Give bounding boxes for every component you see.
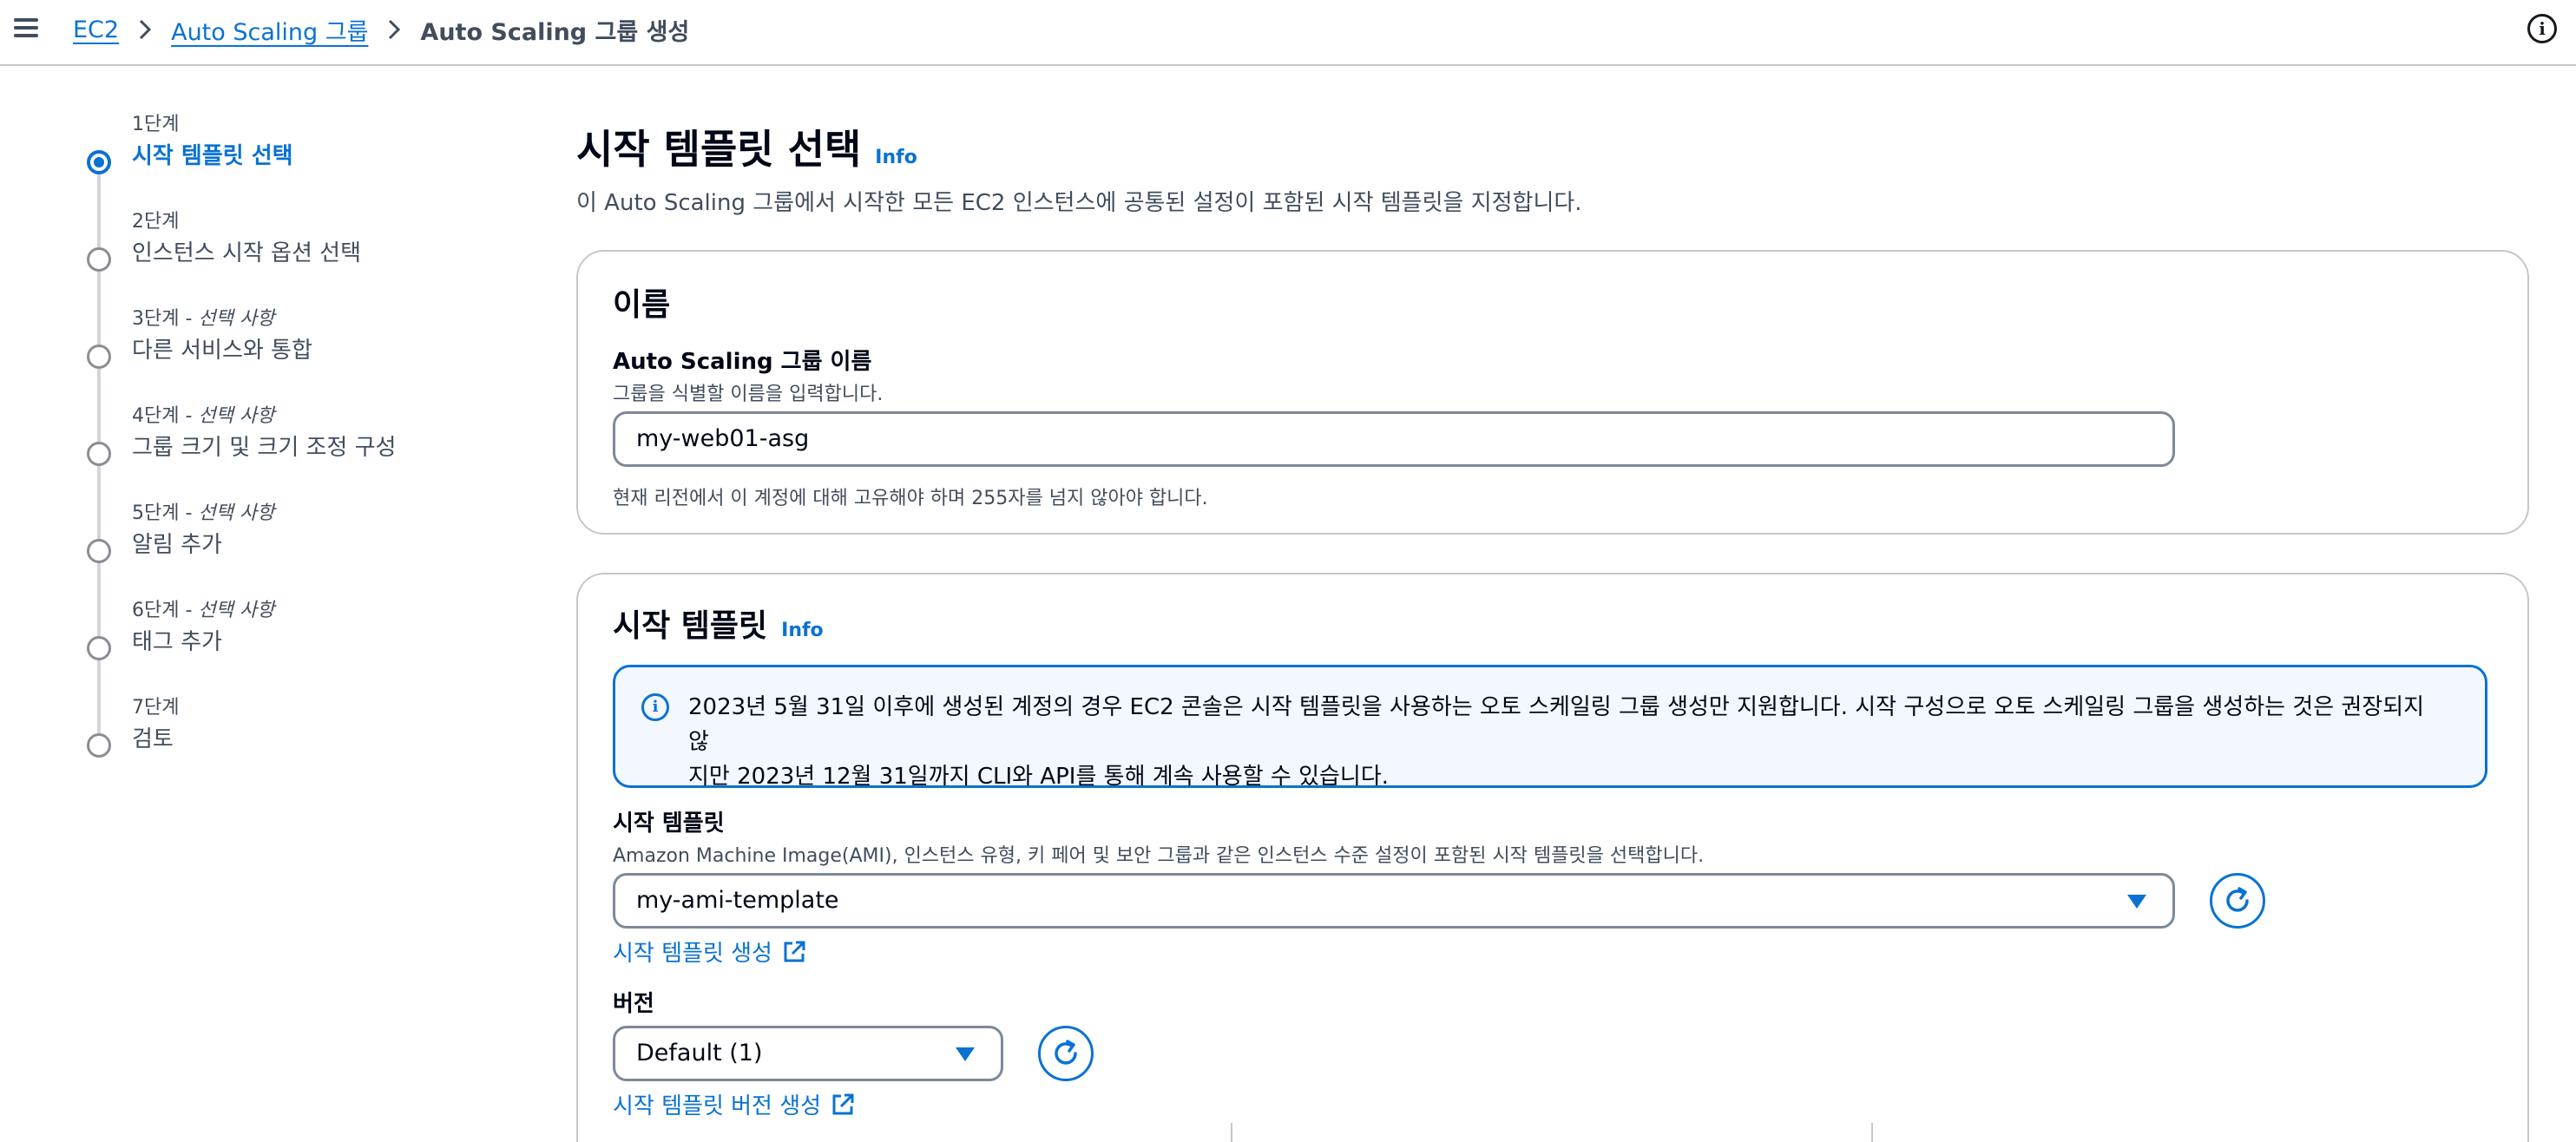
page-title: 시작 템플릿 선택 Info: [576, 121, 2529, 177]
chevron-right-icon: [368, 14, 420, 45]
launch-template-heading: 시작 템플릿 Info: [613, 608, 824, 644]
step-indicator-icon: [87, 539, 111, 563]
launch-template-description: Amazon Machine Image(AMI), 인스턴스 유형, 키 페어…: [613, 845, 1705, 867]
refresh-icon: [1055, 1040, 1077, 1065]
step-indicator-icon: [87, 247, 111, 272]
refresh-versions-button[interactable]: [1038, 1026, 1094, 1081]
version-select[interactable]: Default (1): [613, 1026, 1003, 1081]
step-3: 3단계 - 선택 사항 다른 서비스와 통합: [85, 305, 536, 442]
step-label: 4단계 - 선택 사항: [132, 405, 275, 427]
step-label: 6단계 - 선택 사항: [132, 600, 275, 621]
asg-name-input[interactable]: my-web01-asg: [613, 411, 2175, 467]
step-title: 그룹 크기 및 크기 조정 구성: [132, 435, 397, 461]
step-1[interactable]: 1단계 시작 템플릿 선택: [85, 111, 536, 247]
refresh-icon: [2226, 887, 2249, 912]
page-description: 이 Auto Scaling 그룹에서 시작한 모든 EC2 인스턴스에 공통된…: [576, 190, 1582, 216]
column-divider: [1871, 1123, 1873, 1142]
step-5: 5단계 - 선택 사항 알림 추가: [85, 500, 536, 636]
external-link-icon: [784, 941, 805, 962]
name-panel-heading: 이름: [613, 287, 671, 323]
step-label: 7단계: [132, 697, 180, 719]
name-panel: 이름 Auto Scaling 그룹 이름 그룹을 식별할 이름을 입력합니다.…: [576, 250, 2529, 535]
create-launch-template-link[interactable]: 시작 템플릿 생성: [613, 935, 807, 968]
step-indicator-icon: [87, 442, 111, 466]
step-label: 5단계 - 선택 사항: [132, 502, 275, 524]
step-6: 6단계 - 선택 사항 태그 추가: [85, 597, 536, 733]
create-template-version-link[interactable]: 시작 템플릿 버전 생성: [613, 1088, 856, 1120]
asg-name-label: Auto Scaling 그룹 이름: [613, 349, 872, 375]
launch-template-panel: 시작 템플릿 Info i 2023년 5월 31일 이후에 생성된 계정의 경…: [576, 573, 2529, 1142]
step-7: 7단계 검토: [85, 694, 536, 791]
top-navigation-bar: EC2 Auto Scaling 그룹 Auto Scaling 그룹 생성 i: [0, 0, 2576, 66]
menu-icon[interactable]: [12, 14, 40, 42]
step-title: 알림 추가: [132, 532, 222, 558]
alert-text-line-2: 지만 2023년 12월 31일까지 CLI와 API를 통해 계속 사용할 수…: [688, 764, 1390, 790]
external-link-icon: [832, 1093, 854, 1114]
step-title: 태그 추가: [132, 629, 222, 655]
step-label: 3단계 - 선택 사항: [132, 308, 275, 330]
step-current-indicator-icon: [87, 150, 111, 174]
launch-template-select[interactable]: my-ami-template: [613, 873, 2175, 929]
refresh-templates-button[interactable]: [2210, 873, 2265, 929]
asg-name-constraint: 현재 리전에서 이 계정에 대해 고유해야 하며 255자를 넘지 않아야 합니…: [613, 488, 1208, 509]
launch-template-label: 시작 템플릿: [613, 811, 725, 837]
caret-down-icon: [2127, 895, 2146, 909]
launch-template-info-link[interactable]: Info: [781, 620, 824, 641]
breadcrumb-auto-scaling-link[interactable]: Auto Scaling 그룹: [171, 13, 368, 47]
info-alert: i 2023년 5월 31일 이후에 생성된 계정의 경우 EC2 콘솔은 시작…: [613, 665, 2487, 790]
wizard-steps: 1단계 시작 템플릿 선택 2단계 인스턴스 시작 옵션 선택 3단계 - 선택…: [85, 111, 536, 791]
step-label: 1단계: [132, 114, 180, 135]
step-indicator-icon: [87, 636, 111, 660]
chevron-right-icon: [119, 14, 171, 45]
step-title: 시작 템플릿 선택: [132, 143, 293, 169]
alert-text-line-1: 2023년 5월 31일 이후에 생성된 계정의 경우 EC2 콘솔은 시작 템…: [688, 694, 2425, 755]
step-title: 인스턴스 시작 옵션 선택: [132, 240, 361, 266]
step-title: 검토: [132, 726, 174, 752]
asg-name-description: 그룹을 식별할 이름을 입력합니다.: [613, 384, 884, 405]
step-2: 2단계 인스턴스 시작 옵션 선택: [85, 208, 536, 345]
page-info-link[interactable]: Info: [875, 130, 917, 186]
info-panel-icon[interactable]: i: [2527, 14, 2557, 43]
caret-down-icon: [956, 1047, 975, 1061]
step-4: 4단계 - 선택 사항 그룹 크기 및 크기 조정 구성: [85, 403, 536, 539]
column-divider: [1231, 1123, 1232, 1142]
version-label: 버전: [613, 991, 654, 1017]
breadcrumb-ec2-link[interactable]: EC2: [73, 16, 119, 43]
step-indicator-icon: [87, 345, 111, 369]
breadcrumb: EC2 Auto Scaling 그룹 Auto Scaling 그룹 생성: [73, 12, 689, 47]
step-label: 2단계: [132, 211, 180, 233]
step-title: 다른 서비스와 통합: [132, 338, 312, 364]
main-content: 시작 템플릿 선택 Info 이 Auto Scaling 그룹에서 시작한 모…: [576, 121, 2529, 1142]
breadcrumb-current: Auto Scaling 그룹 생성: [420, 18, 690, 46]
step-indicator-icon: [87, 733, 111, 758]
info-icon: i: [641, 693, 669, 721]
